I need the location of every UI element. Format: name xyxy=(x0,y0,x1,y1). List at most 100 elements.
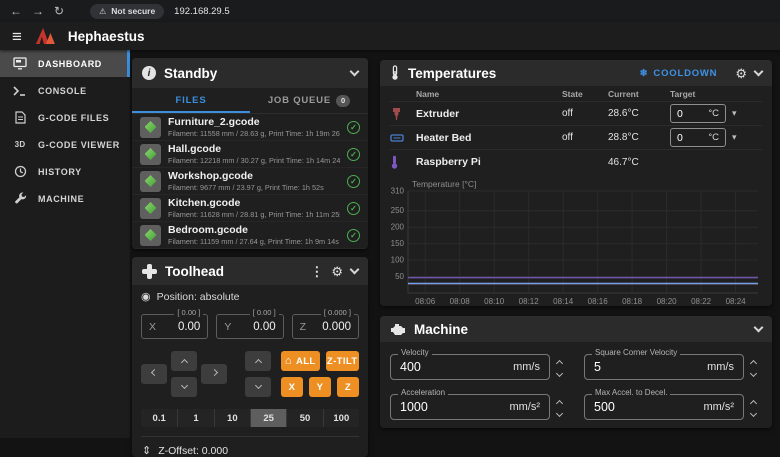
svg-text:08:06: 08:06 xyxy=(415,297,436,306)
gcode-thumbnail xyxy=(140,198,161,219)
kebab-menu-icon[interactable]: ⋮ xyxy=(310,265,323,278)
tab-files[interactable]: FILES xyxy=(132,88,250,113)
svg-text:08:16: 08:16 xyxy=(588,297,609,306)
tab-job-queue[interactable]: JOB QUEUE 0 xyxy=(250,88,368,113)
chevron-down-icon[interactable] xyxy=(350,67,360,77)
svg-text:08:20: 08:20 xyxy=(657,297,678,306)
svg-text:Temperature [°C]: Temperature [°C] xyxy=(412,179,476,189)
file-meta: Filament: 11159 mm / 27.64 g, Print Time… xyxy=(168,237,340,246)
step-100-button[interactable]: 100 xyxy=(323,409,359,427)
increment-button[interactable] xyxy=(555,400,562,407)
heater-current: 28.8°C xyxy=(608,132,670,143)
step-50-button[interactable]: 50 xyxy=(286,409,322,427)
velocity-field[interactable]: Velocity 400 mm/s xyxy=(390,354,550,380)
file-row[interactable]: Kitchen.gcode Filament: 11628 mm / 28.81… xyxy=(132,195,368,222)
heater-bed-target-input[interactable]: 0 °C xyxy=(670,128,726,147)
file-row[interactable]: Furniture_2.gcode Filament: 11558 mm / 2… xyxy=(132,114,368,141)
col-name: Name xyxy=(416,89,562,99)
sidebar-item-console[interactable]: CONSOLE xyxy=(0,77,130,104)
increment-button[interactable] xyxy=(555,360,562,367)
gear-icon[interactable]: ⚙ xyxy=(331,265,343,278)
jog-y-minus-button[interactable] xyxy=(171,377,197,397)
check-circle-icon: ✓ xyxy=(347,148,360,161)
sidebar-item-history[interactable]: HISTORY xyxy=(0,158,130,185)
file-row[interactable]: Bedroom.gcode Filament: 11159 mm / 27.64… xyxy=(132,222,368,249)
increment-button[interactable] xyxy=(749,400,756,407)
velocity-label: Velocity xyxy=(398,348,432,357)
svg-text:200: 200 xyxy=(391,223,405,232)
security-label: Not secure xyxy=(111,6,155,16)
svg-text:08:10: 08:10 xyxy=(484,297,505,306)
home-x-button[interactable]: X xyxy=(281,377,303,397)
heaters-table: Name State Current Target Extruder off 2… xyxy=(380,86,772,174)
sidebar-item-dashboard[interactable]: DASHBOARD xyxy=(0,50,130,77)
table-row: Raspberry Pi 46.7°C xyxy=(390,150,762,174)
chevron-down-icon[interactable]: ▾ xyxy=(732,132,737,143)
acceleration-value: 1000 xyxy=(400,400,428,414)
sidebar-item-machine[interactable]: MACHINE xyxy=(0,185,130,212)
svg-text:08:14: 08:14 xyxy=(553,297,574,306)
sidebar-item-label: G-CODE FILES xyxy=(38,113,109,123)
home-all-button[interactable]: ⌂ ALL xyxy=(281,351,320,371)
home-z-button[interactable]: Z xyxy=(337,377,359,397)
home-y-button[interactable]: Y xyxy=(309,377,331,397)
increment-button[interactable] xyxy=(749,360,756,367)
file-row[interactable]: Workshop.gcode Filament: 9677 mm / 23.97… xyxy=(132,168,368,195)
y-position-field[interactable]: [ 0.00 ] Y 0.00 xyxy=(216,314,283,339)
z-tilt-button[interactable]: Z-TILT xyxy=(326,351,359,371)
home-all-label: ALL xyxy=(296,356,316,367)
jog-y-plus-button[interactable] xyxy=(171,351,197,371)
step-10-button[interactable]: 10 xyxy=(214,409,250,427)
z-offset-adjust-icon: ⇕ xyxy=(142,446,151,457)
info-icon: i xyxy=(142,66,156,80)
cooldown-button[interactable]: ❄ COOLDOWN xyxy=(640,68,718,79)
sidebar: DASHBOARD CONSOLE G-CODE FILES 3D G-CODE… xyxy=(0,50,130,438)
reload-icon[interactable]: ↻ xyxy=(54,5,64,17)
decrement-button[interactable] xyxy=(749,370,756,377)
app-header: ≡ Hephaestus xyxy=(0,22,780,50)
z-position-field[interactable]: [ 0.000 ] Z 0.000 xyxy=(292,314,359,339)
x-position-field[interactable]: [ 0.00 ] X 0.00 xyxy=(141,314,208,339)
chevron-right-icon xyxy=(210,369,217,376)
console-icon xyxy=(12,84,28,98)
acceleration-field[interactable]: Acceleration 1000 mm/s² xyxy=(390,394,550,420)
forward-icon[interactable]: → xyxy=(32,5,44,17)
address-bar-url[interactable]: 192.168.29.5 xyxy=(174,6,229,17)
file-row[interactable]: Hall.gcode Filament: 12218 mm / 30.27 g,… xyxy=(132,141,368,168)
chevron-down-icon[interactable]: ▾ xyxy=(732,108,737,119)
file-list: Furniture_2.gcode Filament: 11558 mm / 2… xyxy=(132,114,368,249)
chevron-down-icon[interactable] xyxy=(350,265,360,275)
check-circle-icon: ✓ xyxy=(347,175,360,188)
decrement-button[interactable] xyxy=(555,410,562,417)
dashboard-icon xyxy=(12,57,28,71)
target-unit: °C xyxy=(708,132,719,143)
svg-text:100: 100 xyxy=(391,256,405,265)
security-chip[interactable]: ⚠ Not secure xyxy=(90,4,164,19)
step-25-button[interactable]: 25 xyxy=(250,409,286,427)
machine-panel-header: Machine xyxy=(380,316,772,342)
square-corner-velocity-field[interactable]: Square Corner Velocity 5 mm/s xyxy=(584,354,744,380)
sidebar-item-gcode-viewer[interactable]: 3D G-CODE VIEWER xyxy=(0,131,130,158)
jog-z-plus-button[interactable] xyxy=(245,351,271,371)
step-1-button[interactable]: 1 xyxy=(177,409,213,427)
decrement-button[interactable] xyxy=(555,370,562,377)
chevron-down-icon[interactable] xyxy=(754,323,764,333)
menu-icon[interactable]: ≡ xyxy=(12,28,22,45)
sidebar-item-label: CONSOLE xyxy=(38,86,87,96)
back-icon[interactable]: ← xyxy=(10,5,22,17)
jog-x-minus-button[interactable] xyxy=(141,364,167,384)
gear-icon[interactable]: ⚙ xyxy=(735,67,747,80)
chevron-left-icon xyxy=(150,369,157,376)
step-0.1-button[interactable]: 0.1 xyxy=(141,409,177,427)
chevron-down-icon[interactable] xyxy=(754,67,764,77)
jog-x-plus-button[interactable] xyxy=(201,364,227,384)
scv-unit: mm/s xyxy=(707,361,734,373)
decrement-button[interactable] xyxy=(749,410,756,417)
file-meta: Filament: 11628 mm / 28.81 g, Print Time… xyxy=(168,210,340,219)
svg-text:50: 50 xyxy=(395,272,404,281)
jog-z-minus-button[interactable] xyxy=(245,377,271,397)
max-accel-to-decel-field[interactable]: Max Accel. to Decel. 500 mm/s² xyxy=(584,394,744,420)
heater-state: off xyxy=(562,108,608,119)
sidebar-item-gcode-files[interactable]: G-CODE FILES xyxy=(0,104,130,131)
extruder-target-input[interactable]: 0 °C xyxy=(670,104,726,123)
